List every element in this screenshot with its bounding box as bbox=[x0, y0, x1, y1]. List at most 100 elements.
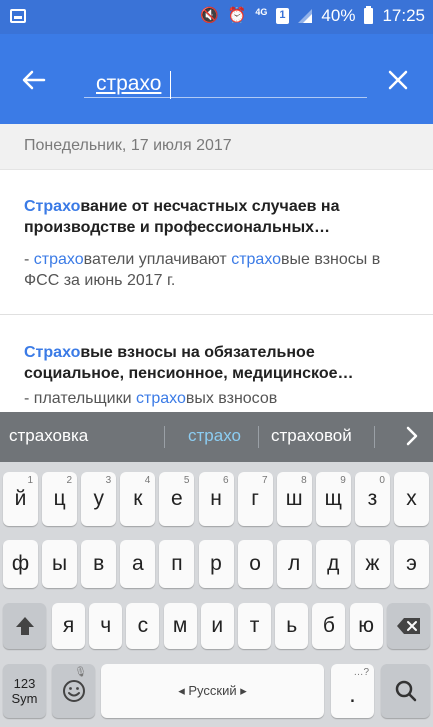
key-ь[interactable]: ь bbox=[275, 603, 309, 649]
date-header-text: Понедельник, 17 июля 2017 bbox=[24, 137, 232, 154]
key-м[interactable]: м bbox=[163, 603, 197, 649]
result-title: Страхование от несчастных случаев на про… bbox=[24, 196, 409, 238]
key-э[interactable]: э bbox=[394, 540, 429, 588]
space-key[interactable]: ◂ Русский ▸ bbox=[101, 664, 324, 718]
key-label: н bbox=[210, 487, 222, 510]
key-х[interactable]: х bbox=[394, 472, 429, 526]
suggestion-divider bbox=[258, 426, 259, 448]
symbols-key[interactable]: 123 Sym bbox=[3, 664, 46, 718]
key-ц[interactable]: 2ц bbox=[42, 472, 78, 526]
key-label: а bbox=[131, 552, 144, 575]
search-input[interactable] bbox=[84, 66, 367, 98]
key-у[interactable]: 3у bbox=[81, 472, 117, 526]
signal-icon bbox=[298, 9, 313, 23]
key-с[interactable]: с bbox=[126, 603, 160, 649]
key-в[interactable]: в bbox=[81, 540, 117, 588]
key-а[interactable]: а bbox=[120, 540, 156, 588]
key-ю[interactable]: ю bbox=[349, 603, 383, 649]
battery-percent: 40% bbox=[321, 6, 356, 25]
key-е[interactable]: 5е bbox=[159, 472, 195, 526]
key-label: ж bbox=[365, 552, 380, 575]
period-key[interactable]: …? . bbox=[331, 664, 374, 718]
key-к[interactable]: 4к bbox=[120, 472, 156, 526]
sim-icon bbox=[276, 8, 290, 24]
key-ч[interactable]: ч bbox=[89, 603, 123, 649]
clock: 17:25 bbox=[382, 6, 425, 25]
suggestion-item[interactable]: страховка bbox=[9, 426, 88, 446]
on-screen-keyboard: страховка страхо страховой 1й2ц3у4к5е6н7… bbox=[0, 412, 433, 727]
key-label: й bbox=[14, 487, 27, 510]
key-т[interactable]: т bbox=[238, 603, 271, 649]
key-ж[interactable]: ж bbox=[354, 540, 390, 588]
alarm-icon: ⏰ bbox=[227, 7, 247, 24]
symbols-key-label-2: Sym bbox=[11, 691, 38, 706]
search-icon bbox=[395, 680, 416, 702]
key-з[interactable]: 0з bbox=[354, 472, 390, 526]
key-г[interactable]: 7г bbox=[237, 472, 273, 526]
search-result-item[interactable]: Страхование от несчастных случаев на про… bbox=[0, 170, 433, 315]
key-number-hint: 7 bbox=[262, 475, 268, 486]
key-label: т bbox=[249, 614, 260, 637]
search-result-item[interactable]: Страховые взносы на обязательное социаль… bbox=[0, 316, 433, 412]
key-label: м bbox=[172, 614, 188, 637]
key-и[interactable]: и bbox=[200, 603, 234, 649]
search-app-bar: страхо bbox=[0, 34, 433, 124]
key-label: ч bbox=[100, 614, 112, 637]
key-о[interactable]: о bbox=[237, 540, 273, 588]
key-number-hint: 4 bbox=[144, 475, 151, 486]
key-р[interactable]: р bbox=[198, 540, 234, 588]
voice-hint-icon: 🎙 bbox=[74, 667, 87, 678]
suggestion-divider bbox=[374, 426, 375, 448]
key-label: х bbox=[406, 487, 417, 510]
key-п[interactable]: п bbox=[159, 540, 195, 588]
shift-key[interactable] bbox=[3, 603, 46, 649]
key-н[interactable]: 6н bbox=[198, 472, 234, 526]
chevron-right-icon[interactable] bbox=[405, 425, 419, 447]
status-bar: 🔇 ⏰ 4G 40% 17:25 bbox=[0, 0, 433, 34]
key-label: г bbox=[251, 487, 259, 510]
smiley-icon bbox=[62, 680, 85, 702]
key-б[interactable]: б bbox=[312, 603, 346, 649]
key-ы[interactable]: ы bbox=[42, 540, 78, 588]
suggestion-item[interactable]: страховой bbox=[271, 426, 352, 446]
suggestion-bar: страховка страхо страховой bbox=[0, 412, 433, 462]
result-title: Страховые взносы на обязательное социаль… bbox=[24, 342, 409, 384]
key-щ[interactable]: 9щ bbox=[315, 472, 351, 526]
result-snippet: - плательщики страховых взносов bbox=[24, 388, 409, 409]
shift-arrow-icon bbox=[15, 617, 34, 635]
key-number-hint: 0 bbox=[379, 475, 385, 486]
key-label: о bbox=[249, 552, 261, 575]
suggestion-divider bbox=[164, 426, 165, 448]
key-д[interactable]: д bbox=[315, 540, 351, 588]
search-key[interactable] bbox=[381, 664, 430, 718]
key-label: у bbox=[93, 487, 104, 510]
clear-search-button[interactable] bbox=[385, 67, 411, 93]
key-ф[interactable]: ф bbox=[3, 540, 38, 588]
status-icons: 🔇 ⏰ 4G 40% 17:25 bbox=[200, 6, 425, 26]
emoji-key[interactable]: 🎙 bbox=[52, 664, 95, 718]
symbols-key-label-1: 123 bbox=[13, 676, 36, 691]
key-label: е bbox=[171, 487, 183, 510]
snippet-text: - плательщики bbox=[24, 390, 136, 407]
result-title-highlight: Страхо bbox=[24, 198, 81, 215]
key-л[interactable]: л bbox=[276, 540, 312, 588]
key-number-hint: 5 bbox=[183, 475, 190, 486]
key-label: р bbox=[210, 552, 222, 575]
period-key-hint: …? bbox=[353, 667, 369, 678]
key-number-hint: 2 bbox=[66, 475, 73, 486]
key-й[interactable]: 1й bbox=[3, 472, 38, 526]
network-type: 4G bbox=[255, 7, 268, 17]
snippet-text: ватели уплачивают bbox=[83, 251, 232, 268]
key-number-hint: 1 bbox=[27, 475, 33, 486]
suggestion-item-selected[interactable]: страхо bbox=[188, 426, 241, 446]
key-я[interactable]: я bbox=[52, 603, 85, 649]
key-label: и bbox=[211, 614, 224, 637]
snippet-highlight: страхо bbox=[33, 251, 84, 268]
back-button[interactable] bbox=[20, 66, 48, 94]
battery-icon bbox=[364, 6, 374, 24]
date-section-header: Понедельник, 17 июля 2017 bbox=[0, 124, 433, 170]
key-ш[interactable]: 8ш bbox=[276, 472, 312, 526]
key-label: ы bbox=[52, 552, 68, 575]
backspace-key[interactable] bbox=[387, 603, 430, 649]
key-label: б bbox=[322, 614, 335, 637]
